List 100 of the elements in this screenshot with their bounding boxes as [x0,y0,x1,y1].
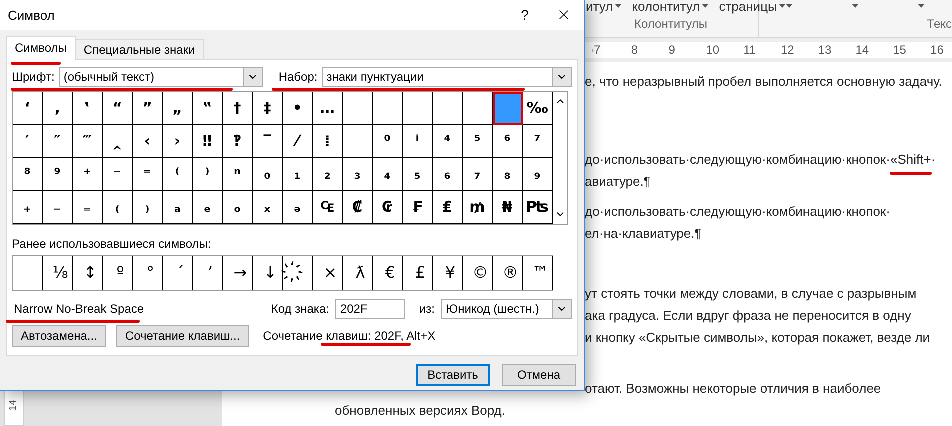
symbol-cell[interactable]: ⁸ [13,158,43,191]
annotation-underline [890,172,932,175]
dialog-button[interactable]: Вставить [416,364,490,386]
symbol-cell[interactable]: ₂ [313,158,343,191]
symbol-cell[interactable]: ‰ [523,92,553,125]
symbol-cell[interactable]: ⁞ [313,125,343,158]
symbol-cell[interactable]: ₄ [373,158,403,191]
encoding-select[interactable]: Юникод (шестн.) [441,299,572,319]
symbol-cell[interactable]: ⁶ [493,125,523,158]
symbol-cell[interactable]: ₌ [73,191,103,224]
symbol-cell[interactable]: ‽ [223,125,253,158]
selected-symbol-cell[interactable] [493,92,523,125]
ribbon-button[interactable]: итул [584,0,624,15]
symbol-cell[interactable]: † [223,92,253,125]
caret-icon [918,4,926,8]
dialog-title: Символ [8,8,56,22]
annotation-underline [11,62,61,65]
symbol-cell[interactable]: ₓ [253,191,283,224]
ruler-number: 16 [930,43,952,57]
symbol-cell[interactable]: ‹ [133,125,163,158]
symbol-cell[interactable]: ⁻ [103,158,133,191]
symbol-cell[interactable]: ‛ [73,92,103,125]
symbol-cell[interactable]: › [163,125,193,158]
symbol-cell[interactable]: ₠ [313,191,343,224]
symbol-cell[interactable]: ₊ [13,191,43,224]
symbol-cell[interactable]: ⁄ [283,125,313,158]
symbol-cell[interactable]: ₀ [253,158,283,191]
symbol-cell[interactable]: ‡ [253,92,283,125]
symbol-cell[interactable]: ₑ [193,191,223,224]
symbol-cell[interactable]: ‸ [103,125,133,158]
symbol-cell[interactable]: ‼ [193,125,223,158]
symbol-cell[interactable]: ” [133,92,163,125]
font-select[interactable]: (обычный текст) [58,67,263,87]
field-label: из: [419,302,435,316]
symbol-cell[interactable]: ₣ [403,191,433,224]
symbol-cell[interactable]: ⁿ [223,158,253,191]
symbol-cell[interactable]: ⁹ [43,158,73,191]
symbol-cell[interactable]: ₎ [133,191,163,224]
symbol-cell[interactable]: ₒ [223,191,253,224]
tab[interactable]: Специальные знаки [74,39,204,60]
field-label: Набор: [278,70,318,84]
symbol-cell[interactable]: ₦ [493,191,523,224]
document-text: ел·на·клавиатуре.¶ [585,225,702,243]
symbol-cell[interactable]: ₆ [433,158,463,191]
ribbon-button[interactable]: колонтитул [630,0,712,15]
section-label: Ранее использовавшиеся символы: [12,237,212,251]
symbol-cell[interactable]: ‾ [253,125,283,158]
symbol-cell[interactable]: ⁷ [523,125,553,158]
code-input[interactable]: 202F [335,299,406,319]
symbol-cell[interactable]: ₍ [103,191,133,224]
subset-select[interactable]: знаки пунктуации [322,67,572,87]
document-text: ака градуса. Если вдруг фраза не переносится в одну [585,307,912,325]
shortcut-text: Сочетание клавиш: 202F, Alt+X [263,329,436,343]
dialog-button[interactable]: Автозамена... [12,325,106,347]
symbol-cell[interactable]: ⁽ [163,158,193,191]
symbol-cell[interactable]: ₢ [373,191,403,224]
help-button[interactable]: ? [510,0,540,30]
symbol-cell[interactable]: ₔ [283,191,313,224]
tab[interactable]: Символы [6,36,76,60]
symbol-cell[interactable]: ₤ [433,191,463,224]
symbol-cell[interactable]: ⁵ [463,125,493,158]
symbol-cell[interactable]: ₥ [463,191,493,224]
symbol-cell[interactable]: ⁴ [433,125,463,158]
symbol-cell[interactable]: ₡ [343,191,373,224]
dialog-button[interactable]: Отмена [502,364,576,386]
symbol-cell[interactable]: ₁ [283,158,313,191]
symbol-cell[interactable]: ″ [43,125,73,158]
ribbon-group-label: Колонтитулы [634,17,708,31]
symbol-cell[interactable]: • [283,92,313,125]
ruler-number: 15 [893,43,931,57]
dialog-button[interactable]: Сочетание клавиш... [116,325,250,347]
symbol-cell[interactable]: ⁾ [193,158,223,191]
symbol-cell[interactable]: „ [163,92,193,125]
symbol-cell[interactable]: ₅ [403,158,433,191]
symbol-cell[interactable]: ₧ [523,191,553,224]
symbol-cell[interactable]: ₉ [523,158,553,191]
symbol-cell[interactable]: ₐ [163,191,193,224]
symbol-cell[interactable]: ₇ [463,158,493,191]
symbol-cell[interactable]: ⁰ [373,125,403,158]
symbol-cell[interactable]: … [313,92,343,125]
document-text: отают. Возможны некоторые отличия в наиболее [585,380,882,398]
symbol-cell[interactable]: ⁺ [73,158,103,191]
symbol-cell[interactable]: ‚ [43,92,73,125]
symbol-cell[interactable]: ‟ [193,92,223,125]
symbol-cell[interactable]: ′ [13,125,43,158]
symbol-cell[interactable]: ‴ [73,125,103,158]
symbol-cell[interactable]: ₋ [43,191,73,224]
field-label: Код знака: [271,302,330,316]
symbol-cell[interactable]: ⁼ [133,158,163,191]
symbol-cell[interactable]: ‘ [13,92,43,125]
document-text: до·использовать·следующую·комбинацию·кнопок·«Shift+· [585,151,936,169]
ribbon-button[interactable]: страницы [717,0,788,15]
document-text: до·использовать·следующую·комбинацию·кнопок· [585,203,890,221]
recent-symbol[interactable]: ҉ [283,256,313,290]
symbol-cell[interactable]: ₈ [493,158,523,191]
symbol-cell[interactable]: ₃ [343,158,373,191]
symbol-cell[interactable]: “ [103,92,133,125]
symbol-cell[interactable]: ⁱ [403,125,433,158]
document-text: обновленных версиях Ворд. [335,402,506,420]
field-label: Шрифт: [12,70,55,84]
